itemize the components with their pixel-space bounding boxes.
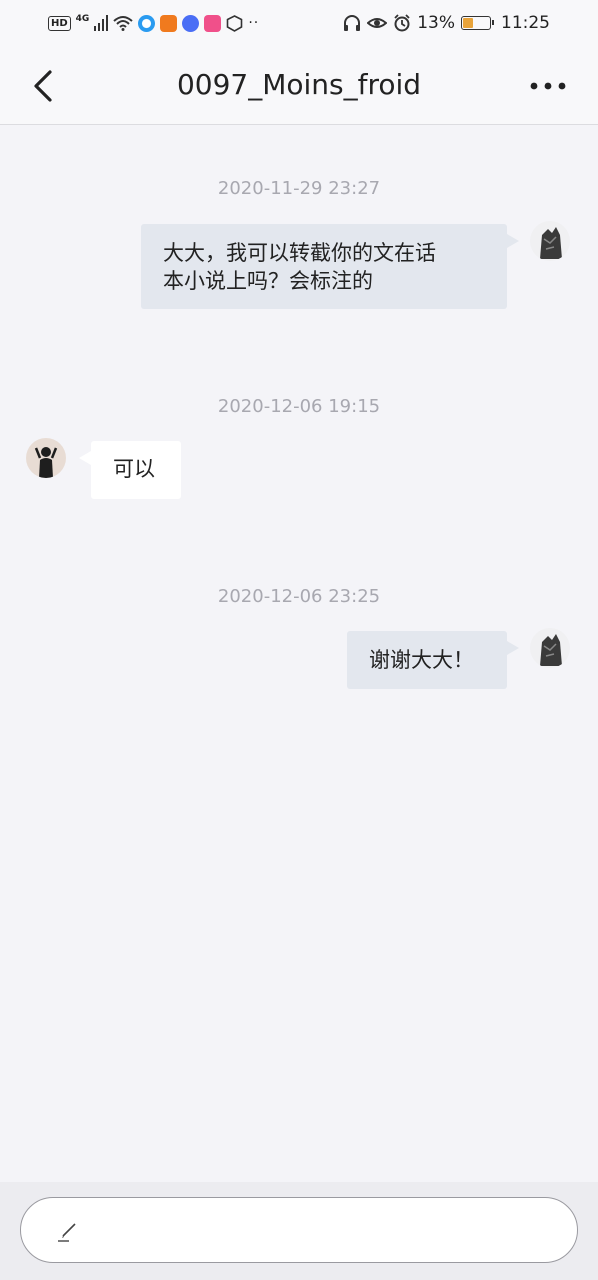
- battery-fill: [463, 18, 473, 28]
- message-bubble-incoming[interactable]: 可以: [79, 441, 181, 499]
- signal-icon: [94, 15, 109, 31]
- message-bubble-outgoing[interactable]: 谢谢大大！: [347, 631, 519, 689]
- network-type-label: 4G: [75, 14, 90, 24]
- app-icon-music: [182, 14, 200, 32]
- alarm-icon: [394, 14, 410, 32]
- status-bar: HD 4G ·· 13% 11:25: [0, 0, 598, 46]
- hd-icon: HD: [48, 15, 71, 31]
- message-timestamp: 2020-11-29 23:27: [217, 178, 381, 199]
- nav-bar: 0097_Moins_froid: [0, 46, 598, 125]
- pen-icon: [58, 1223, 76, 1242]
- more-dots-icon: ··: [248, 15, 260, 31]
- app-icon-pink: [204, 14, 222, 32]
- status-right: 13% 11:25: [343, 12, 550, 34]
- status-left: HD 4G ··: [48, 12, 259, 34]
- more-horizontal-icon[interactable]: [528, 74, 568, 98]
- avatar-self[interactable]: [530, 628, 570, 668]
- message-text-line: 本小说上吗？会标注的: [163, 269, 373, 293]
- headset-icon: [344, 15, 361, 31]
- app-icon-orange: [160, 14, 178, 32]
- app-icon-shield: [227, 14, 243, 32]
- avatar-contact[interactable]: [26, 438, 66, 478]
- app-icon-blue: [138, 14, 156, 32]
- avatar-self[interactable]: [530, 221, 570, 261]
- page-title: 0097_Moins_froid: [176, 68, 422, 101]
- message-text-line: 谢谢大大！: [369, 648, 474, 672]
- eye-icon: [367, 18, 388, 28]
- wifi-icon: [113, 16, 133, 31]
- battery-percent: 13%: [417, 13, 455, 33]
- message-bubble-outgoing[interactable]: 大大，我可以转截你的文在话 本小说上吗？会标注的: [141, 224, 519, 309]
- message-timestamp: 2020-12-06 23:25: [217, 586, 381, 607]
- message-input[interactable]: [20, 1197, 578, 1263]
- clock: 11:25: [501, 13, 550, 33]
- message-text-line: 大大，我可以转截你的文在话: [163, 241, 436, 265]
- message-text-line: 可以: [113, 457, 155, 481]
- battery-icon: [461, 16, 494, 30]
- bottom-bar: [0, 1182, 598, 1280]
- message-timestamp: 2020-12-06 19:15: [217, 396, 381, 417]
